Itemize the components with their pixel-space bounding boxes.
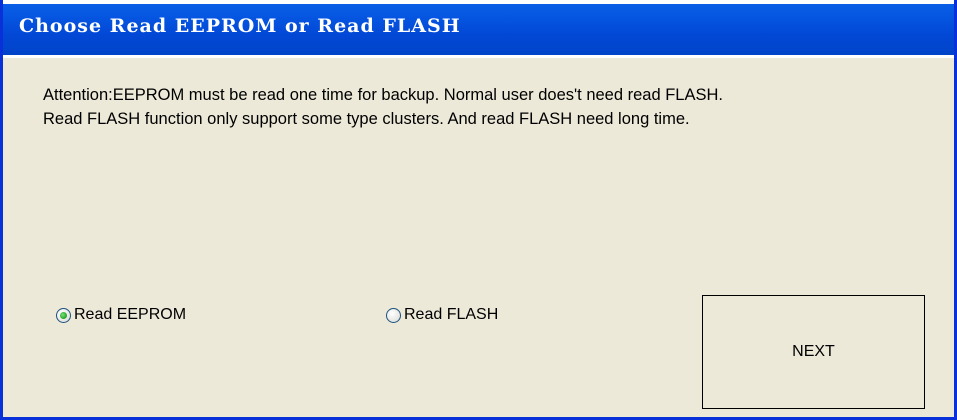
read-flash-radio[interactable]: Read FLASH xyxy=(386,303,498,327)
radio-unselected-icon xyxy=(386,307,401,323)
radio-selected-icon xyxy=(56,307,71,323)
attention-line-2: Read FLASH function only support some ty… xyxy=(43,110,690,128)
dialog-window: Choose Read EEPROM or Read FLASH Attenti… xyxy=(0,0,957,420)
next-button-label: NEXT xyxy=(792,343,835,360)
attention-message: Attention:EEPROM must be read one time f… xyxy=(43,83,943,131)
window-title: Choose Read EEPROM or Read FLASH xyxy=(19,15,461,37)
read-flash-label: Read FLASH xyxy=(404,306,499,323)
read-eeprom-label: Read EEPROM xyxy=(74,306,187,323)
radio-dot-icon xyxy=(60,311,67,319)
attention-line-1: Attention:EEPROM must be read one time f… xyxy=(43,86,723,104)
read-eeprom-radio[interactable]: Read EEPROM xyxy=(56,303,186,327)
title-bar[interactable]: Choose Read EEPROM or Read FLASH xyxy=(3,0,954,58)
next-button[interactable]: NEXT xyxy=(702,295,925,409)
